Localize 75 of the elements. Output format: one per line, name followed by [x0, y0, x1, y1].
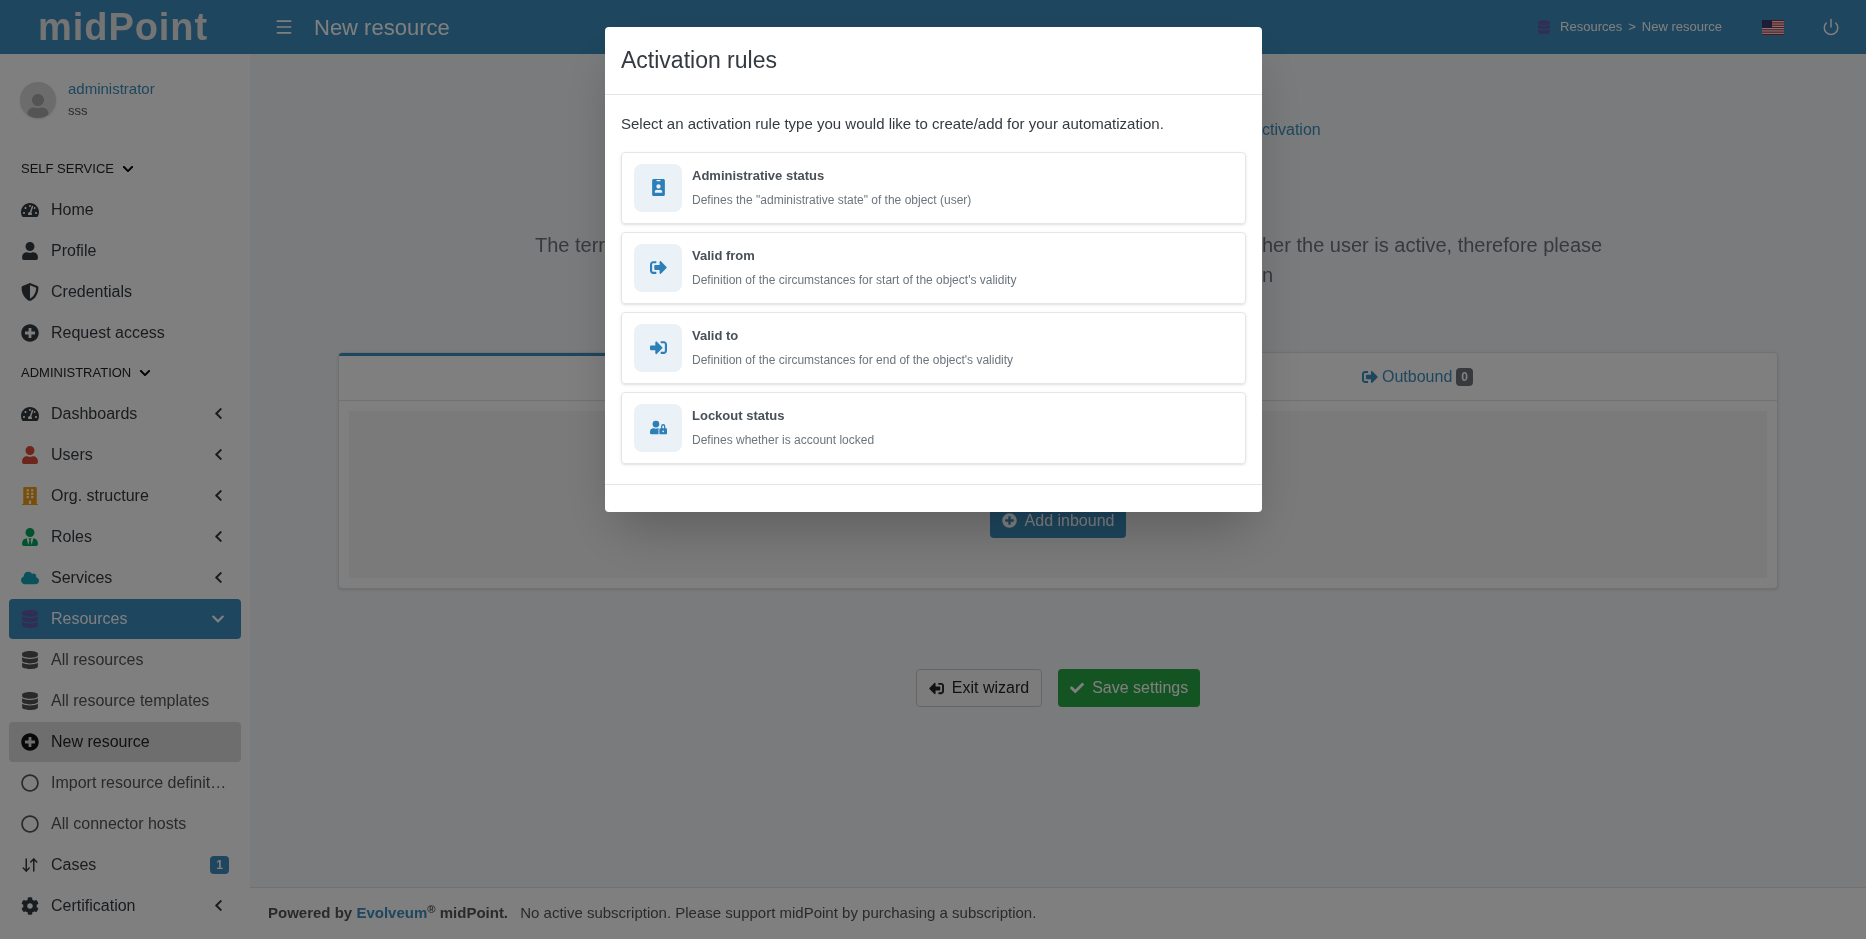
sidebar-item[interactable]: Profile [9, 230, 241, 271]
role-user-icon [21, 527, 39, 546]
description-text: n [1262, 263, 1275, 288]
avatar [20, 81, 56, 118]
database-icon [21, 609, 39, 628]
sidebar-item[interactable]: Roles [9, 516, 241, 557]
sidebar-subitem[interactable]: All resource templates [9, 680, 241, 721]
section-header[interactable]: ADMINISTRATION [21, 363, 132, 383]
breadcrumb[interactable]: New resource [1641, 17, 1722, 37]
sign-out-icon [928, 680, 944, 696]
option-title: Valid from [692, 246, 756, 265]
rule-option-card[interactable]: Valid to Definition of the circumstances for end of the object's validity [621, 311, 1246, 384]
rule-option-card[interactable]: Valid from Definition of the circumstances for start of the object's validity [621, 231, 1246, 304]
count-badge: 0 [1456, 367, 1473, 386]
arrows-icon [21, 855, 39, 874]
gauge-icon [21, 200, 39, 219]
sidebar-subitem[interactable]: New resource [9, 721, 241, 762]
evolveum-link[interactable]: Evolveum [356, 904, 428, 922]
description-text: her the user is active, therefore please [1262, 233, 1604, 258]
sidebar-subitem[interactable]: All connector hosts [9, 803, 241, 844]
menu-icon[interactable] [274, 17, 294, 37]
sidebar-item[interactable]: Services [9, 557, 241, 598]
exit-button[interactable]: Exit wizard [915, 669, 1043, 707]
sidebar-subitem[interactable]: Import resource definit… [9, 762, 241, 803]
power-icon[interactable] [1822, 18, 1840, 36]
sidebar-item[interactable]: Org. structure [9, 475, 241, 516]
sign-out-icon [649, 259, 667, 276]
id-badge-icon [649, 179, 667, 196]
sidebar-item[interactable]: Credentials [9, 271, 241, 312]
sidebar-item[interactable]: Certification [9, 885, 241, 926]
step-link[interactable]: ctivation [1262, 118, 1866, 142]
database-icon [21, 650, 39, 669]
building-icon [21, 486, 39, 505]
sidebar-item[interactable]: Home [9, 189, 241, 230]
user-icon [21, 241, 39, 260]
option-description: Definition of the circumstances for end of the object's validity [692, 352, 1014, 370]
database-icon [1538, 20, 1551, 34]
user-subtitle: sss [68, 102, 89, 119]
sidebar-item[interactable]: Resources [9, 598, 241, 639]
sidebar-item[interactable]: Request access [9, 312, 241, 353]
shield-icon [21, 282, 39, 301]
check-icon [1070, 681, 1085, 695]
option-description: Defines the "administrative state" of the object (user) [692, 192, 972, 210]
tab[interactable]: Outbound 0 [1362, 364, 1473, 389]
gear-icon [21, 896, 39, 915]
sidebar-item[interactable]: Cases 1 [9, 844, 241, 885]
option-description: Definition of the circumstances for start of the object's validity [692, 272, 1017, 290]
gauge-icon [21, 404, 39, 423]
page-title: New resource [314, 13, 450, 42]
sidebar-item[interactable]: Users [9, 434, 241, 475]
rule-option-card[interactable]: Administrative status Defines the "administrative state" of the object (user) [621, 151, 1246, 224]
breadcrumb: > [1628, 18, 1636, 37]
modal-intro: Select an activation rule type you would like to create/add for your automatization. [621, 114, 1165, 134]
sign-out-icon [1362, 368, 1378, 385]
database-icon [21, 691, 39, 710]
modal-title: Activation rules [621, 46, 777, 76]
user-lock-icon [649, 419, 667, 436]
count-badge: 1 [210, 855, 229, 874]
save-button[interactable]: Save settings [1058, 669, 1201, 707]
option-title: Valid to [692, 326, 740, 345]
sidebar-subitem[interactable]: All resources [9, 639, 241, 680]
section-header[interactable]: SELF SERVICE [21, 159, 114, 179]
sidebar-item[interactable]: Dashboards [9, 393, 241, 434]
user-name[interactable]: administrator [68, 80, 155, 99]
option-description: Defines whether is account locked [692, 432, 875, 450]
user-icon [21, 445, 39, 464]
footer-text: Powered by Evolveum$^{®}$ midPoint. No active subscription. Please support midPoint by purchasing a subscription. [268, 902, 1037, 924]
breadcrumb[interactable]: Resources [1560, 17, 1623, 37]
logo: midPoint [38, 8, 209, 46]
flag-icon[interactable] [1762, 19, 1784, 35]
description-text: The terr [533, 233, 605, 258]
rule-option-card[interactable]: Lockout status Defines whether is account locked [621, 391, 1246, 464]
sign-in-icon [649, 339, 667, 356]
option-title: Administrative status [692, 166, 826, 185]
option-title: Lockout status [692, 406, 786, 425]
